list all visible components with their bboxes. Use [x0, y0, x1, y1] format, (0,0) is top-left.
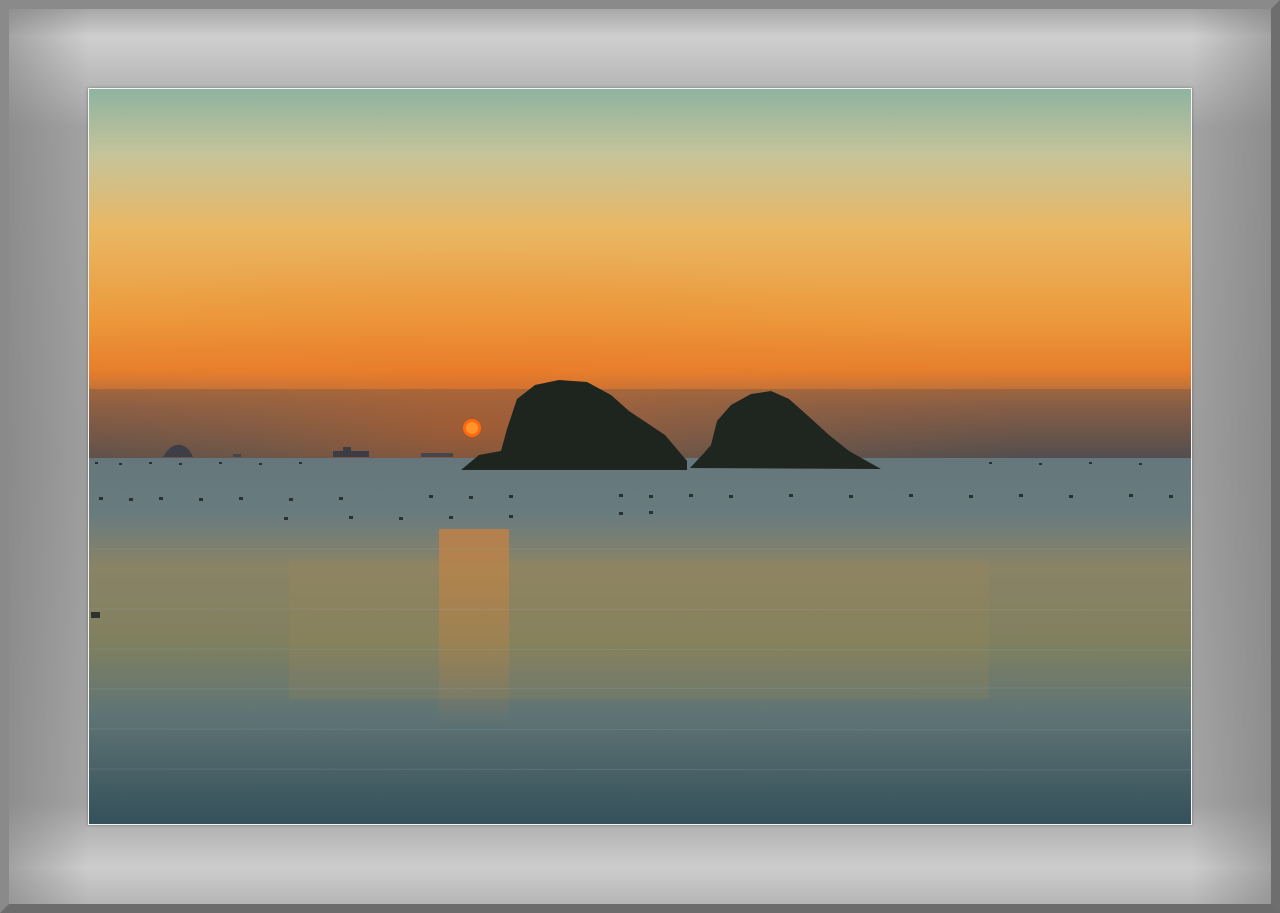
sunset-photo	[89, 89, 1191, 824]
photo-container	[88, 88, 1192, 825]
